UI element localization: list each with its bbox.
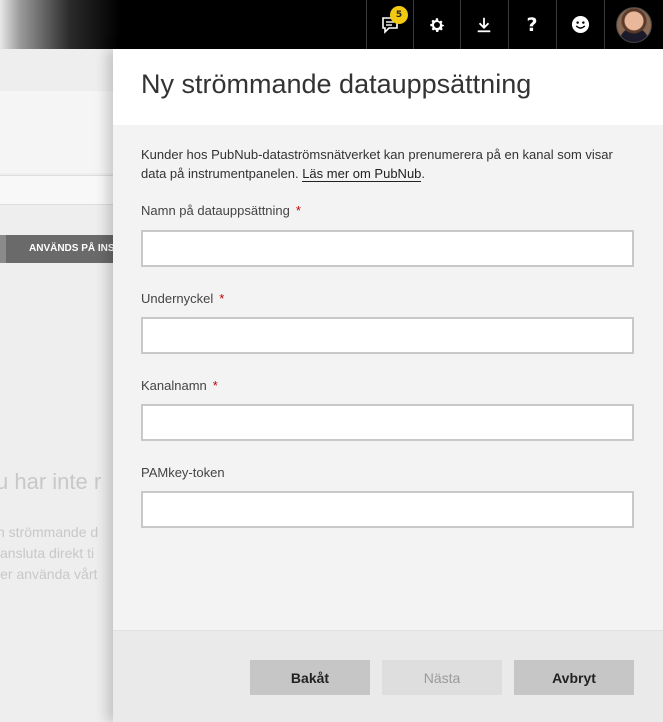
pamkey-token-label-text: PAMkey-token — [141, 465, 225, 480]
panel-description: Kunder hos PubNub-dataströmsnätverket ka… — [141, 145, 641, 183]
new-streaming-dataset-panel: Ny strömmande datauppsättning Kunder hos… — [113, 49, 663, 722]
back-button[interactable]: Bakåt — [250, 660, 370, 695]
dataset-name-label: Namn på datauppsättning * — [141, 203, 301, 218]
profile-button[interactable] — [604, 0, 663, 49]
pamkey-token-label: PAMkey-token — [141, 465, 225, 480]
pamkey-token-input[interactable] — [141, 491, 634, 528]
subkey-input[interactable] — [141, 317, 634, 354]
notification-count-badge: 5 — [390, 6, 408, 24]
cancel-button[interactable]: Avbryt — [514, 660, 634, 695]
panel-header: Ny strömmande datauppsättning — [113, 49, 663, 125]
notifications-button[interactable]: 5 — [366, 0, 413, 49]
download-button[interactable] — [460, 0, 507, 49]
learn-more-link[interactable]: Läs mer om PubNub — [302, 166, 422, 182]
background-heading: u har inte r — [0, 469, 102, 494]
channel-name-label-text: Kanalnamn — [141, 378, 207, 393]
required-marker: * — [219, 291, 225, 306]
description-period: . — [421, 166, 426, 181]
channel-name-label: Kanalnamn * — [141, 378, 218, 393]
settings-button[interactable] — [413, 0, 460, 49]
required-marker: * — [212, 378, 218, 393]
panel-title: Ny strömmande datauppsättning — [141, 69, 532, 99]
download-icon — [477, 17, 491, 32]
background-header-band — [0, 91, 114, 173]
background-text-line: ansluta direkt ti — [0, 545, 95, 561]
dataset-name-label-text: Namn på datauppsättning — [141, 203, 290, 218]
help-icon: ? — [526, 13, 538, 36]
dataset-name-input[interactable] — [141, 230, 634, 267]
subkey-label: Undernyckel * — [141, 291, 224, 306]
gear-icon — [430, 17, 445, 32]
top-bar: 5 ? — [0, 0, 663, 49]
channel-name-input[interactable] — [141, 404, 634, 441]
help-button[interactable]: ? — [508, 0, 555, 49]
subkey-label-text: Undernyckel — [141, 291, 214, 306]
background-search-band — [0, 175, 114, 205]
panel-footer: Bakåt Nästa Avbryt — [113, 630, 663, 722]
background-tab: ANVÄNDS PÅ INST — [0, 235, 114, 263]
smiley-icon — [571, 15, 589, 34]
next-button[interactable]: Nästa — [382, 660, 502, 695]
background-text-line: ler använda vårt — [0, 566, 98, 582]
background-text-line: n strömmande d — [0, 524, 99, 540]
feedback-button[interactable] — [556, 0, 603, 49]
background-page: ANVÄNDS PÅ INST u har inte r n strömmand… — [0, 49, 114, 722]
avatar — [616, 6, 652, 43]
required-marker: * — [295, 203, 301, 218]
